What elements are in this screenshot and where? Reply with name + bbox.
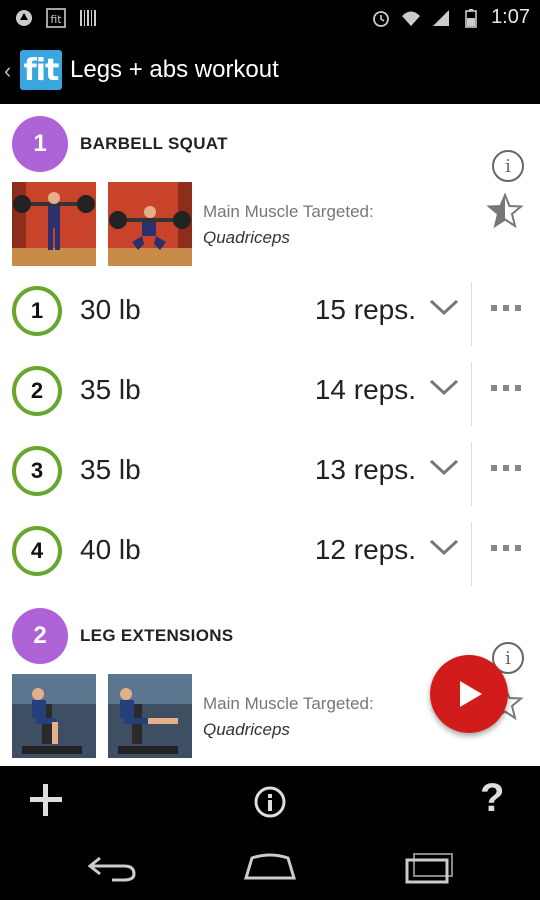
status-bar: fit 1:07: [0, 0, 540, 36]
divider: [471, 282, 472, 346]
set-row[interactable]: 4 40 lb 12 reps.: [0, 514, 540, 594]
plus-icon[interactable]: [26, 780, 66, 820]
set-row[interactable]: 2 35 lb 14 reps.: [0, 354, 540, 434]
muscle-label: Main Muscle Targeted:: [203, 202, 374, 221]
divider: [471, 442, 472, 506]
play-icon: [460, 681, 482, 707]
home-icon[interactable]: [242, 852, 298, 882]
set-weight[interactable]: 35 lb: [80, 374, 141, 406]
help-button[interactable]: ?: [480, 776, 504, 820]
back-caret-icon[interactable]: ‹: [4, 58, 11, 84]
muscle-value: Quadriceps: [203, 228, 290, 247]
set-row[interactable]: 1 30 lb 15 reps.: [0, 274, 540, 354]
set-number-circle[interactable]: 3: [12, 446, 62, 496]
exercise-image-end[interactable]: [108, 674, 192, 758]
muscle-label: Main Muscle Targeted:: [203, 694, 374, 713]
set-weight[interactable]: 40 lb: [80, 534, 141, 566]
app-notification-icon: [16, 10, 32, 26]
chevron-down-icon[interactable]: [428, 456, 460, 478]
set-number-circle[interactable]: 2: [12, 366, 62, 416]
more-options-icon[interactable]: [490, 544, 522, 552]
system-nav-bar: [0, 834, 540, 900]
set-row[interactable]: 3 35 lb 13 reps.: [0, 434, 540, 514]
exercise-image-start[interactable]: [12, 182, 96, 266]
action-bar: ‹ fit Legs + abs workout: [0, 36, 540, 104]
set-number-circle[interactable]: 4: [12, 526, 62, 576]
alarm-icon: [373, 10, 389, 27]
more-options-icon[interactable]: [490, 304, 522, 312]
muscle-value: Quadriceps: [203, 720, 290, 739]
exercise-card: 1 BARBELL SQUAT i Main Muscle Targeted: …: [0, 104, 540, 274]
chevron-down-icon[interactable]: [428, 296, 460, 318]
set-reps[interactable]: 14 reps.: [315, 374, 416, 406]
wifi-icon: [402, 11, 421, 26]
recents-icon[interactable]: [404, 852, 456, 884]
set-number-circle[interactable]: 1: [12, 286, 62, 336]
set-reps[interactable]: 12 reps.: [315, 534, 416, 566]
play-button[interactable]: [430, 655, 508, 733]
status-time: 1:07: [491, 6, 530, 28]
exercise-name[interactable]: BARBELL SQUAT: [80, 134, 228, 154]
set-reps[interactable]: 15 reps.: [315, 294, 416, 326]
page-title: Legs + abs workout: [70, 56, 279, 83]
chevron-down-icon[interactable]: [428, 536, 460, 558]
exercise-image-start[interactable]: [12, 674, 96, 758]
more-options-icon[interactable]: [490, 464, 522, 472]
exercise-number-badge: 2: [12, 608, 68, 664]
set-weight[interactable]: 30 lb: [80, 294, 141, 326]
svg-text:fit: fit: [50, 13, 62, 26]
divider: [471, 522, 472, 586]
exercise-name[interactable]: LEG EXTENSIONS: [80, 626, 233, 646]
bottom-toolbar: ?: [0, 766, 540, 834]
more-options-icon[interactable]: [490, 384, 522, 392]
chevron-down-icon[interactable]: [428, 376, 460, 398]
battery-icon: [465, 8, 477, 28]
fit-notification-icon: fit: [46, 8, 66, 28]
barcode-icon: [80, 10, 96, 26]
exercise-image-end[interactable]: [108, 182, 192, 266]
set-reps[interactable]: 13 reps.: [315, 454, 416, 486]
back-icon[interactable]: [86, 854, 138, 882]
app-logo[interactable]: fit: [20, 50, 62, 90]
exercise-number-badge: 1: [12, 116, 68, 172]
info-icon[interactable]: [252, 780, 288, 820]
signal-icon: [433, 9, 450, 26]
info-icon[interactable]: i: [492, 150, 524, 182]
half-star-icon[interactable]: [486, 192, 524, 230]
divider: [471, 362, 472, 426]
set-weight[interactable]: 35 lb: [80, 454, 141, 486]
